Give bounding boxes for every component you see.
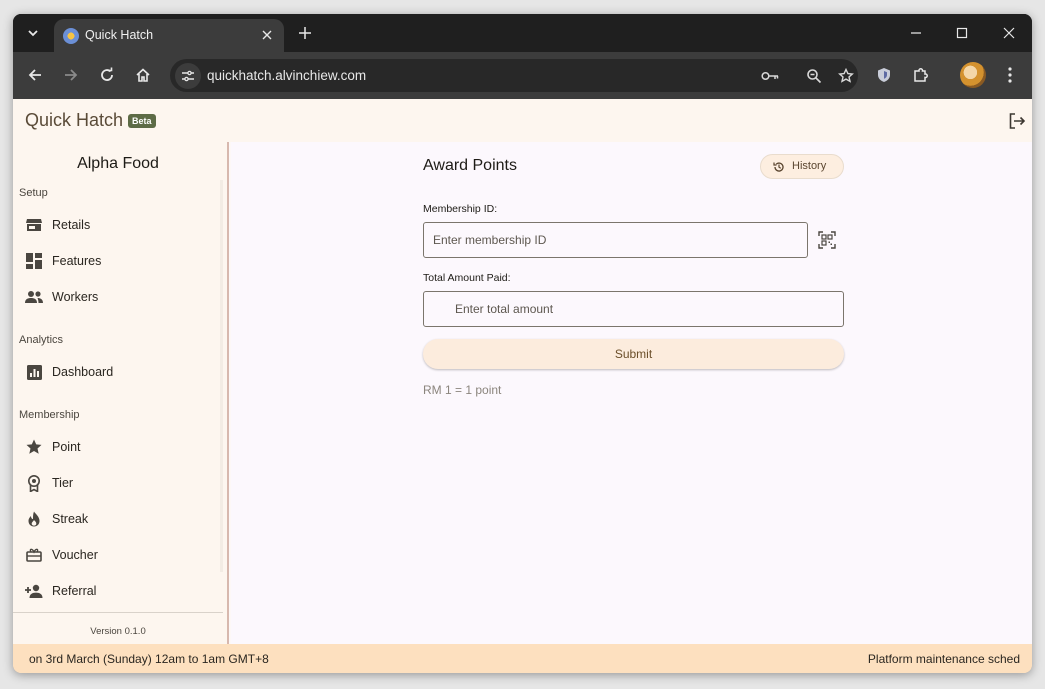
close-icon <box>1003 27 1015 39</box>
sidebar-divider <box>13 612 223 613</box>
extension-shield-button[interactable] <box>872 63 896 87</box>
sidebar-item-tier[interactable]: Tier <box>13 467 221 499</box>
back-button[interactable] <box>23 63 47 87</box>
history-icon <box>773 162 784 172</box>
total-amount-input[interactable] <box>423 291 844 327</box>
browser-toolbar: quickhatch.alvinchiew.com <box>13 52 1032 99</box>
puzzle-icon <box>914 68 928 82</box>
forward-button[interactable] <box>59 63 83 87</box>
star-icon <box>25 438 43 456</box>
tune-icon <box>182 70 194 82</box>
logout-icon <box>1009 113 1026 129</box>
browser-window: Quick Hatch quickhatch.alvinchiew.com Qu… <box>13 14 1032 673</box>
sidebar-item-label: Point <box>52 440 81 454</box>
banner-text-left: on 3rd March (Sunday) 12am to 1am GMT+8 <box>29 652 269 666</box>
chevron-down-icon <box>28 30 38 37</box>
browser-menu-button[interactable] <box>998 63 1022 87</box>
extensions-button[interactable] <box>909 63 933 87</box>
award-ribbon-icon <box>25 474 43 492</box>
beta-badge: Beta <box>128 114 156 128</box>
qr-code-icon <box>818 231 836 249</box>
close-window-button[interactable] <box>997 22 1021 44</box>
sidebar: Alpha Food Setup Retails Features Worker… <box>13 142 229 644</box>
home-button[interactable] <box>131 63 155 87</box>
reload-button[interactable] <box>95 63 119 87</box>
page-title: Award Points <box>423 157 517 174</box>
url-text[interactable]: quickhatch.alvinchiew.com <box>207 68 366 83</box>
new-tab-button[interactable] <box>294 22 316 44</box>
sidebar-item-voucher[interactable]: Voucher <box>13 539 221 571</box>
minimize-icon <box>911 32 921 34</box>
tab-strip: Quick Hatch <box>13 14 1032 52</box>
sidebar-item-retails[interactable]: Retails <box>13 209 221 241</box>
address-bar[interactable]: quickhatch.alvinchiew.com <box>170 59 858 92</box>
sidebar-item-dashboard[interactable]: Dashboard <box>13 356 221 388</box>
person-add-icon <box>25 582 43 600</box>
bar-chart-icon <box>25 363 43 381</box>
ticket-icon <box>25 546 43 564</box>
logout-button[interactable] <box>1007 111 1027 131</box>
sidebar-item-label: Features <box>52 254 102 268</box>
version-text: Version 0.1.0 <box>90 626 146 637</box>
shield-icon <box>878 68 890 82</box>
total-amount-label: Total Amount Paid: <box>423 272 511 284</box>
history-label: History <box>792 160 827 172</box>
favicon-icon <box>63 28 79 44</box>
people-icon <box>25 288 43 306</box>
zoom-button[interactable] <box>804 66 824 86</box>
main-content: Award Points History Membership ID: Tota… <box>231 142 1032 644</box>
banner-text-right: Platform maintenance sched <box>867 652 1020 666</box>
app-title[interactable]: Quick Hatch <box>25 110 123 131</box>
app-bar: Quick Hatch Beta <box>13 99 1032 142</box>
store-icon <box>25 216 43 234</box>
bookmark-button[interactable] <box>836 66 856 86</box>
sidebar-item-label: Voucher <box>52 548 98 562</box>
qr-scan-button[interactable] <box>818 231 838 251</box>
sidebar-item-label: Retails <box>52 218 91 232</box>
tab-close-button[interactable] <box>258 26 276 44</box>
section-label-analytics: Analytics <box>19 334 64 346</box>
org-name: Alpha Food <box>77 155 159 172</box>
sidebar-item-referral[interactable]: Referral <box>13 575 221 607</box>
maintenance-banner: on 3rd March (Sunday) 12am to 1am GMT+8 … <box>13 644 1032 673</box>
zoom-icon <box>807 69 822 84</box>
key-icon <box>761 71 779 81</box>
arrow-right-icon <box>65 69 78 81</box>
maximize-icon <box>956 27 968 39</box>
points-rate-note: RM 1 = 1 point <box>423 383 502 397</box>
password-key-button[interactable] <box>760 66 780 86</box>
submit-button[interactable]: Submit <box>423 339 844 369</box>
history-button[interactable]: History <box>760 154 844 179</box>
sidebar-item-label: Streak <box>52 512 89 526</box>
sidebar-item-features[interactable]: Features <box>13 245 221 277</box>
section-label-setup: Setup <box>19 187 48 199</box>
membership-id-input[interactable] <box>423 222 808 258</box>
tab-title: Quick Hatch <box>85 28 154 42</box>
page: Quick Hatch Beta Alpha Food Setup Retail… <box>13 99 1032 673</box>
sidebar-item-label: Tier <box>52 476 74 490</box>
sidebar-item-streak[interactable]: Streak <box>13 503 221 535</box>
profile-avatar[interactable] <box>960 62 986 88</box>
reload-icon <box>101 67 113 81</box>
membership-id-label: Membership ID: <box>423 203 498 215</box>
sidebar-item-workers[interactable]: Workers <box>13 281 221 313</box>
star-outline-icon <box>838 68 854 83</box>
minimize-button[interactable] <box>904 22 928 44</box>
sidebar-item-point[interactable]: Point <box>13 431 221 463</box>
section-label-membership: Membership <box>19 409 80 421</box>
home-icon <box>136 68 150 82</box>
arrow-left-icon <box>28 69 41 81</box>
sidebar-item-label: Workers <box>52 290 99 304</box>
browser-tab[interactable]: Quick Hatch <box>54 19 284 52</box>
maximize-button[interactable] <box>950 22 974 44</box>
close-icon <box>262 30 272 40</box>
sidebar-item-label: Referral <box>52 584 97 598</box>
more-vertical-icon <box>1008 67 1012 83</box>
flame-icon <box>25 510 43 528</box>
dashboard-grid-icon <box>25 252 43 270</box>
tab-search-button[interactable] <box>21 21 45 45</box>
sidebar-item-label: Dashboard <box>52 365 114 379</box>
site-info-button[interactable] <box>175 63 201 89</box>
plus-icon <box>299 27 311 39</box>
